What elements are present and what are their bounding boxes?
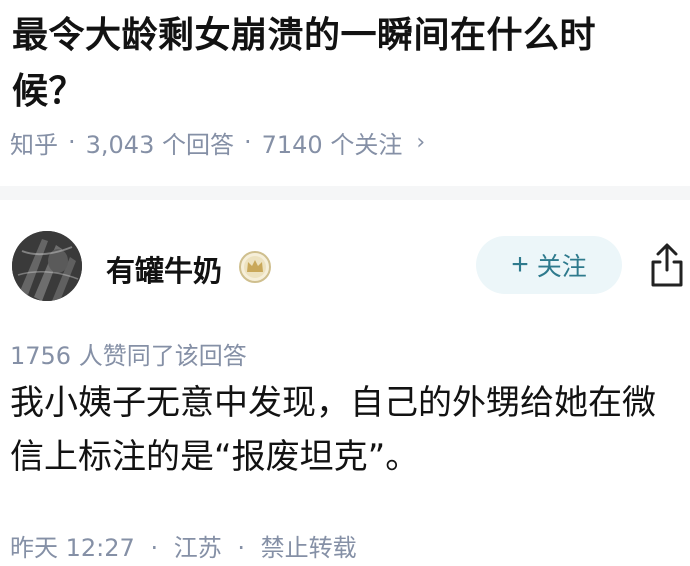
answer-footer: 昨天 12:27 · 江苏 · 禁止转载 [10,528,357,563]
section-divider [0,186,690,200]
answers-count: 3,043 个回答 [85,130,234,159]
avatar[interactable] [12,231,82,301]
share-icon[interactable] [648,242,686,288]
footer-separator: · [150,534,159,562]
follow-button[interactable]: + 关注 [476,236,622,294]
footer-separator: · [237,534,245,562]
post-location: 江苏 [173,534,222,562]
question-meta[interactable]: 知乎 · 3,043 个回答 · 7140 个关注 › [10,124,425,160]
chevron-right-icon[interactable]: › [416,130,425,155]
vote-count: 1756 人赞同了该回答 [10,342,247,370]
copyright-notice: 禁止转载 [260,534,357,562]
author-name[interactable]: 有罐牛奶 [106,248,222,290]
answer-line: 我小姨子无意中发现，自己的外甥给她在微 [10,383,656,423]
follow-label: 关注 [536,253,587,281]
meta-separator: · [243,128,252,156]
followers-count: 7140 个关注 [261,130,403,159]
plus-icon: + [511,248,529,281]
answer-content[interactable]: 我小姨子无意中发现，自己的外甥给她在微 信上标注的是“报废坦克”。 [10,376,686,484]
answer-line: 信上标注的是“报废坦克”。 [10,437,420,477]
post-time: 昨天 12:27 [10,534,135,562]
meta-separator: · [68,128,76,156]
badge-icon [239,251,271,283]
author-row: 有罐牛奶 + 关注 [0,228,690,314]
question-title[interactable]: 最令大龄剩女崩溃的一瞬间在什么时候？ [12,8,662,120]
source-label: 知乎 [10,130,58,159]
